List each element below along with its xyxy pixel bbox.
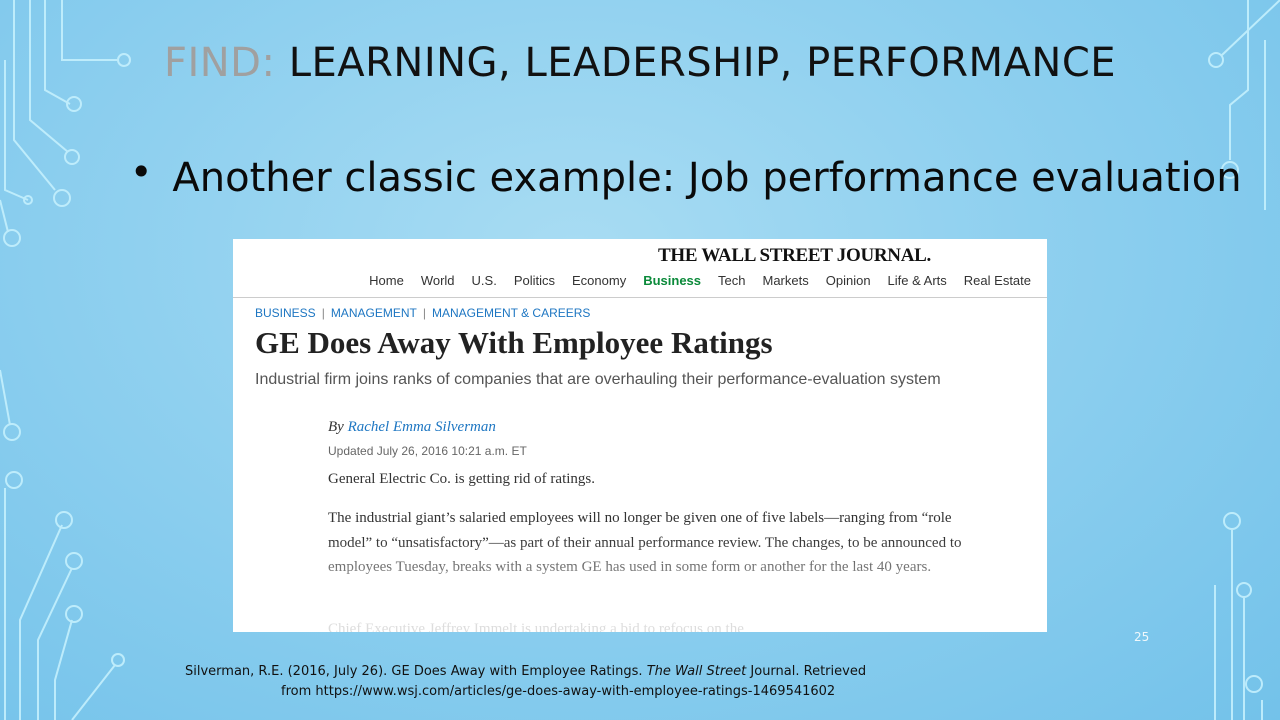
nav-business[interactable]: Business: [643, 273, 701, 288]
nav-opinion[interactable]: Opinion: [826, 273, 871, 288]
nav-world[interactable]: World: [421, 273, 455, 288]
article-paragraph-1: General Electric Co. is getting rid of r…: [328, 471, 596, 487]
article-fade-overlay: [233, 539, 1047, 632]
nav-divider: [233, 297, 1047, 298]
citation-text: Silverman, R.E. (2016, July 26). GE Does…: [185, 664, 643, 679]
nav-real-estate[interactable]: Real Estate: [964, 273, 1031, 288]
byline-prefix: By: [328, 419, 344, 435]
citation-journal: The Wall Street: [646, 664, 747, 679]
breadcrumb-separator: |: [422, 306, 426, 320]
citation-line-1: Silverman, R.E. (2016, July 26). GE Does…: [185, 662, 866, 682]
article-nav: Home World U.S. Politics Economy Busines…: [369, 273, 1031, 288]
article-paragraph-3: Chief Executive Jeffrey Immelt is undert…: [328, 621, 744, 632]
nav-home[interactable]: Home: [369, 273, 404, 288]
citation-url[interactable]: from https://www.wsj.com/articles/ge-doe…: [185, 682, 866, 702]
breadcrumb-management[interactable]: MANAGEMENT: [331, 306, 417, 320]
author-link[interactable]: Rachel Emma Silverman: [348, 419, 496, 435]
breadcrumb-business[interactable]: BUSINESS: [255, 306, 316, 320]
article-screenshot: THE WALL STREET JOURNAL. Home World U.S.…: [233, 239, 1047, 632]
bullet-icon: •: [130, 150, 153, 194]
title-prefix: FIND:: [163, 40, 276, 86]
bullet-point: • Another classic example: Job performan…: [130, 150, 1242, 206]
page-number: 25: [1134, 630, 1150, 644]
article-headline: GE Does Away With Employee Ratings: [255, 325, 773, 360]
breadcrumb-separator: |: [321, 306, 325, 320]
nav-politics[interactable]: Politics: [514, 273, 555, 288]
citation: Silverman, R.E. (2016, July 26). GE Does…: [185, 662, 866, 702]
nav-life-arts[interactable]: Life & Arts: [888, 273, 947, 288]
byline: By Rachel Emma Silverman: [328, 419, 496, 436]
breadcrumb: BUSINESS | MANAGEMENT | MANAGEMENT & CAR…: [255, 306, 590, 320]
wsj-masthead: THE WALL STREET JOURNAL.: [658, 245, 931, 266]
title-main: LEARNING, LEADERSHIP, PERFORMANCE: [288, 40, 1117, 86]
slide-title: FIND: LEARNING, LEADERSHIP, PERFORMANCE: [0, 40, 1280, 86]
nav-tech[interactable]: Tech: [718, 273, 745, 288]
nav-us[interactable]: U.S.: [472, 273, 497, 288]
breadcrumb-management-careers[interactable]: MANAGEMENT & CAREERS: [432, 306, 590, 320]
article-dek: Industrial firm joins ranks of companies…: [255, 371, 941, 388]
citation-text-end: Journal. Retrieved: [750, 664, 867, 679]
nav-markets[interactable]: Markets: [763, 273, 809, 288]
bullet-text: Another classic example: Job performance…: [172, 155, 1242, 201]
nav-economy[interactable]: Economy: [572, 273, 626, 288]
updated-timestamp: Updated July 26, 2016 10:21 a.m. ET: [328, 444, 527, 458]
